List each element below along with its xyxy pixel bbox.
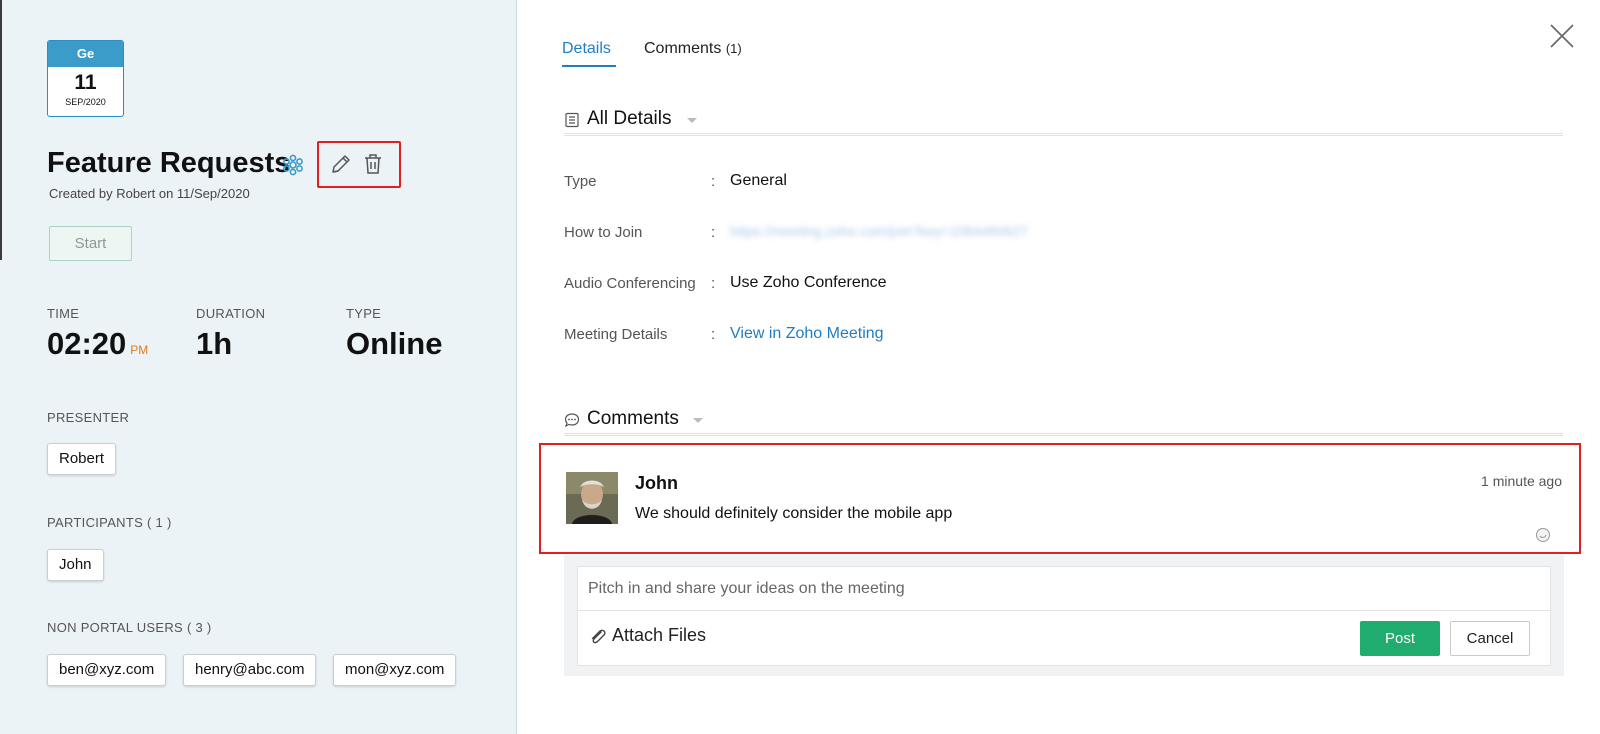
time-text: 02:20 [47, 326, 127, 361]
field-value-audio: Use Zoho Conference [730, 274, 887, 291]
join-link[interactable]: https://meeting.zoho.com/join?key=108446… [730, 223, 1028, 239]
active-tab-indicator [562, 65, 616, 67]
start-button[interactable]: Start [49, 226, 132, 261]
chevron-down-icon[interactable] [692, 417, 704, 425]
field-label-audio: Audio Conferencing [564, 275, 696, 292]
trash-icon[interactable] [362, 152, 384, 176]
comment-composer: Attach Files Post Cancel [564, 555, 1564, 676]
created-by-text: Created by Robert on 11/Sep/2020 [49, 186, 250, 201]
post-button[interactable]: Post [1360, 621, 1440, 656]
all-details-heading[interactable]: All Details [587, 108, 671, 130]
non-portal-users-label: NON PORTAL USERS ( 3 ) [47, 620, 212, 635]
avatar[interactable] [566, 472, 618, 524]
view-in-zoho-meeting-link[interactable]: View in Zoho Meeting [730, 325, 884, 343]
comment-text: We should definitely consider the mobile… [635, 505, 953, 522]
comment-bubble-icon [564, 413, 580, 428]
composer-box: Attach Files Post Cancel [577, 566, 1551, 666]
section-divider [564, 433, 1563, 436]
paperclip-icon[interactable] [588, 627, 608, 647]
event-title: Feature Requests [47, 147, 291, 179]
type-value: Online [346, 326, 443, 361]
calendar-weekday: Ge [48, 41, 123, 67]
comment-highlight [539, 443, 1581, 554]
field-value-type: General [730, 172, 787, 189]
field-label-meeting-details: Meeting Details [564, 326, 668, 343]
field-label-type: Type [564, 173, 597, 190]
field-label-how-to-join: How to Join [564, 224, 643, 241]
tab-details-label: Details [562, 40, 611, 57]
attach-files-link[interactable]: Attach Files [612, 625, 706, 646]
non-portal-user-chip[interactable]: henry@abc.com [183, 654, 317, 686]
pencil-icon[interactable] [329, 152, 353, 176]
field-separator: : [711, 275, 716, 292]
non-portal-user-chip[interactable]: mon@xyz.com [333, 654, 457, 686]
reply-icon[interactable] [1535, 527, 1551, 543]
tab-comments-count: (1) [725, 41, 742, 56]
calendar-day: 11 [74, 71, 97, 94]
snowflake-icon [283, 154, 303, 176]
chevron-down-icon[interactable] [686, 117, 698, 125]
cancel-button[interactable]: Cancel [1450, 621, 1530, 656]
comment-input[interactable] [578, 567, 1550, 611]
tab-comments-label: Comments [644, 40, 722, 57]
duration-value: 1h [196, 326, 233, 361]
comment-author[interactable]: John [635, 473, 678, 494]
time-ampm: PM [130, 343, 149, 357]
participant-chip[interactable]: John [47, 549, 104, 581]
non-portal-user-chip[interactable]: ben@xyz.com [47, 654, 167, 686]
field-separator: : [711, 326, 716, 343]
field-separator: : [711, 224, 716, 241]
calendar-month: SEP/2020 [65, 97, 106, 107]
comments-heading[interactable]: Comments [587, 408, 679, 430]
event-summary-panel: Ge 11 SEP/2020 Feature Requests Created … [0, 0, 517, 734]
participants-label: PARTICIPANTS ( 1 ) [47, 515, 172, 530]
time-label: TIME [47, 306, 80, 321]
section-divider [564, 133, 1563, 136]
presenter-label: PRESENTER [47, 410, 130, 425]
field-separator: : [711, 173, 716, 190]
tab-comments[interactable]: Comments (1) [644, 40, 742, 58]
comment-timestamp: 1 minute ago [1481, 473, 1562, 489]
presenter-chip[interactable]: Robert [47, 443, 117, 475]
window-edge [0, 0, 2, 260]
time-value: 02:20 PM [47, 326, 148, 362]
tab-details[interactable]: Details [562, 40, 611, 58]
document-icon [565, 112, 579, 128]
type-label: TYPE [346, 306, 382, 321]
close-icon[interactable] [1548, 22, 1576, 50]
calendar-date-badge: Ge 11 SEP/2020 [47, 40, 124, 117]
duration-label: DURATION [196, 306, 266, 321]
